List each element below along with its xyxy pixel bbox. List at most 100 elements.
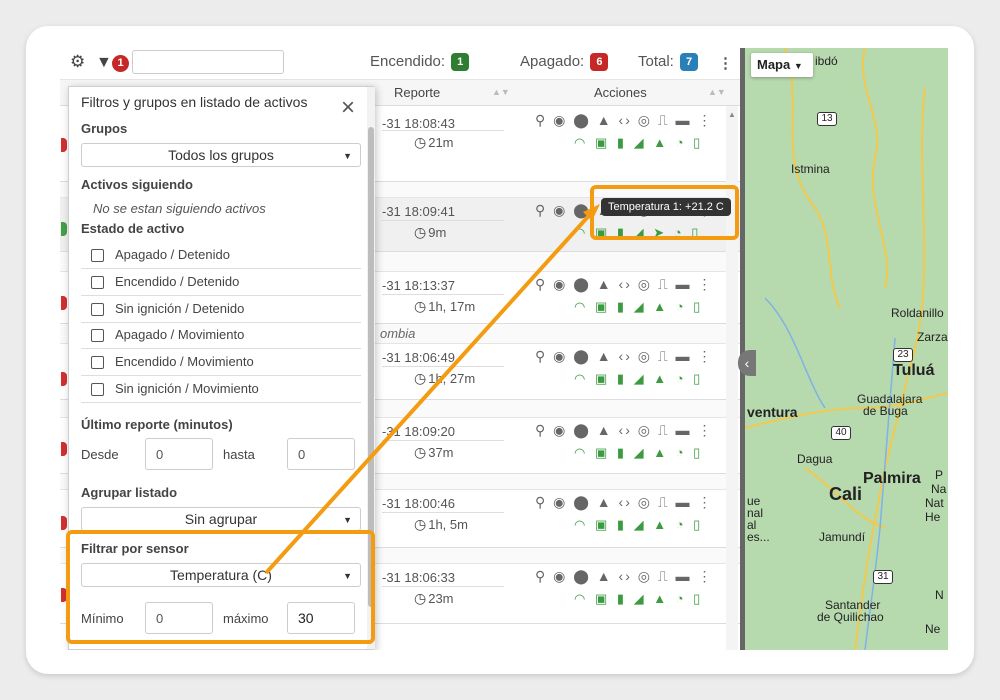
status-indicator xyxy=(61,296,67,310)
state-option[interactable]: Encendido / Movimiento xyxy=(81,350,361,376)
last-report-label: Último reporte (minutos) xyxy=(81,417,233,432)
clock-icon: ◷ xyxy=(414,590,427,606)
collapse-map-icon[interactable]: ‹ xyxy=(738,350,756,376)
report-time: -31 18:09:20 xyxy=(382,424,456,439)
state-option-label: Encendido / Detenido xyxy=(115,274,240,289)
group-list-label: Agrupar listado xyxy=(81,485,178,500)
route-shield: 23 xyxy=(893,348,913,362)
duration-text: 1h, 27m xyxy=(428,371,476,386)
state-option-label: Apagado / Detenido xyxy=(115,247,230,262)
report-duration: ◷ 23m xyxy=(382,586,504,608)
to-input[interactable] xyxy=(287,438,355,470)
sort-icon[interactable]: ▲▼ xyxy=(708,87,726,97)
status-indicator xyxy=(61,372,67,386)
action-icons-row[interactable]: ⚲ ◉ ⬤ ▲ ‹› ◎ ⎍ ▬ ⋮ xyxy=(535,348,715,365)
state-option[interactable]: Apagado / Movimiento xyxy=(81,323,361,349)
following-label: Activos siguiendo xyxy=(81,177,193,192)
status-indicator xyxy=(61,442,67,456)
column-header-reporte[interactable]: Reporte xyxy=(394,85,440,100)
chevron-down-icon: ▼ xyxy=(793,61,803,71)
map-label: Ne xyxy=(925,622,941,636)
map-label: es... xyxy=(747,530,770,544)
on-count[interactable]: Encendido: 1 xyxy=(370,53,470,71)
action-icons-row[interactable]: ⚲ ◉ ⬤ ▲ ‹› ◎ ⎍ ▬ ⋮ xyxy=(535,568,715,585)
sensor-icons-row[interactable]: ◠ ▣ ▮ ◢ ▲ ◔ ▯ xyxy=(574,517,724,533)
state-option-label: Sin ignición / Movimiento xyxy=(115,381,259,396)
chevron-down-icon: ▼ xyxy=(343,515,352,525)
report-time: -31 18:06:33 xyxy=(382,570,456,585)
report-time: -31 18:13:37 xyxy=(382,278,456,293)
sensor-icons-row[interactable]: ◠ ▣ ▮ ◢ ▲ ◔ ▯ xyxy=(574,445,724,461)
sensor-icons-row[interactable]: ◠ ▣ ▮ ◢ ▲ ◔ ▯ xyxy=(574,299,724,315)
state-option[interactable]: Sin ignición / Movimiento xyxy=(81,377,361,403)
off-badge: 6 xyxy=(590,53,609,71)
report-duration: ◷ 1h, 5m xyxy=(382,512,504,534)
report-duration: ◷ 9m xyxy=(382,220,504,242)
scroll-up-icon[interactable]: ▲ xyxy=(728,110,736,119)
duration-text: 9m xyxy=(428,225,447,240)
report-time: -31 18:09:41 xyxy=(382,204,456,219)
duration-text: 37m xyxy=(428,445,454,460)
total-count[interactable]: Total: 7 xyxy=(638,53,699,71)
map-label: Dagua xyxy=(797,452,833,466)
total-label: Total: xyxy=(638,53,674,70)
map-label: Roldanillo xyxy=(891,306,944,320)
map-roads xyxy=(745,48,948,650)
filter-count-badge: 1 xyxy=(112,55,129,72)
action-icons-row[interactable]: ⚲ ◉ ⬤ ▲ ‹› ◎ ⎍ ▬ ⋮ xyxy=(535,422,715,439)
checkbox[interactable] xyxy=(91,329,104,342)
map-type-button[interactable]: Mapa ▼ xyxy=(751,53,813,77)
checkbox[interactable] xyxy=(91,356,104,369)
report-time: -31 18:00:46 xyxy=(382,496,456,511)
checkbox[interactable] xyxy=(91,303,104,316)
state-option[interactable]: Sin ignición / Detenido xyxy=(81,297,361,323)
checkbox[interactable] xyxy=(91,383,104,396)
map-label: P xyxy=(935,468,944,482)
search-input[interactable] xyxy=(132,50,284,74)
sensor-icons-row[interactable]: ◠ ▣ ▮ ◢ ▲ ◔ ▯ xyxy=(574,135,724,151)
duration-text: 21m xyxy=(428,135,454,150)
report-duration: ◷ 1h, 17m xyxy=(382,294,504,316)
off-count[interactable]: Apagado: 6 xyxy=(520,53,609,71)
map-label: Na xyxy=(931,482,947,496)
map-label: He xyxy=(925,510,941,524)
duration-text: 23m xyxy=(428,591,454,606)
state-option[interactable]: Encendido / Detenido xyxy=(81,270,361,296)
clock-icon: ◷ xyxy=(414,298,427,314)
action-icons-row[interactable]: ⚲ ◉ ⬤ ▲ ‹› ◎ ⎍ ▬ ⋮ xyxy=(535,112,715,129)
map-label: ventura xyxy=(747,404,798,420)
checkbox[interactable] xyxy=(91,249,104,262)
clock-icon: ◷ xyxy=(414,224,427,240)
column-header-acciones[interactable]: Acciones xyxy=(594,85,647,100)
action-icons-row[interactable]: ⚲ ◉ ⬤ ▲ ‹› ◎ ⎍ ▬ ⋮ xyxy=(535,494,715,511)
report-duration: ◷ 37m xyxy=(382,440,504,462)
map-label: N xyxy=(935,588,944,602)
map-label: ibdó xyxy=(815,54,838,68)
checkbox[interactable] xyxy=(91,276,104,289)
sort-icon[interactable]: ▲▼ xyxy=(492,87,510,97)
sensor-icons-row[interactable]: ◠ ▣ ▮ ◢ ▲ ◔ ▯ xyxy=(574,591,724,607)
from-input[interactable] xyxy=(145,438,213,470)
clock-icon: ◷ xyxy=(414,516,427,532)
group-list-value: Sin agrupar xyxy=(184,511,258,527)
state-option-label: Apagado / Movimiento xyxy=(115,327,245,342)
gear-icon[interactable]: ⚙ xyxy=(70,52,85,72)
group-list-select[interactable]: Sin agrupar ▼ xyxy=(81,507,361,531)
groups-select[interactable]: Todos los grupos ▼ xyxy=(81,143,361,167)
map-label: de Buga xyxy=(863,404,908,418)
route-shield: 13 xyxy=(817,112,837,126)
status-indicator xyxy=(61,516,67,530)
map-label: Jamundí xyxy=(819,530,866,544)
state-option[interactable]: Apagado / Detenido xyxy=(81,243,361,269)
report-time: -31 18:06:49 xyxy=(382,350,456,365)
top-bar: ⚙ ▼ 1 Encendido: 1 Apagado: 6 Total: 7 ⋮ xyxy=(60,48,740,80)
more-menu-icon[interactable]: ⋮ xyxy=(718,54,733,72)
filter-icon[interactable]: ▼ xyxy=(96,54,112,72)
to-label: hasta xyxy=(223,447,255,462)
map-view[interactable]: Mapa ▼ ibdó 13 Istmina Roldanillo Zarza … xyxy=(745,48,948,650)
action-icons-row[interactable]: ⚲ ◉ ⬤ ▲ ‹› ◎ ⎍ ▬ ⋮ xyxy=(535,276,715,293)
groups-label: Grupos xyxy=(81,121,128,136)
sensor-icons-row[interactable]: ◠ ▣ ▮ ◢ ▲ ◔ ▯ xyxy=(574,371,724,387)
close-icon[interactable]: × xyxy=(341,96,355,120)
clock-icon: ◷ xyxy=(414,370,427,386)
